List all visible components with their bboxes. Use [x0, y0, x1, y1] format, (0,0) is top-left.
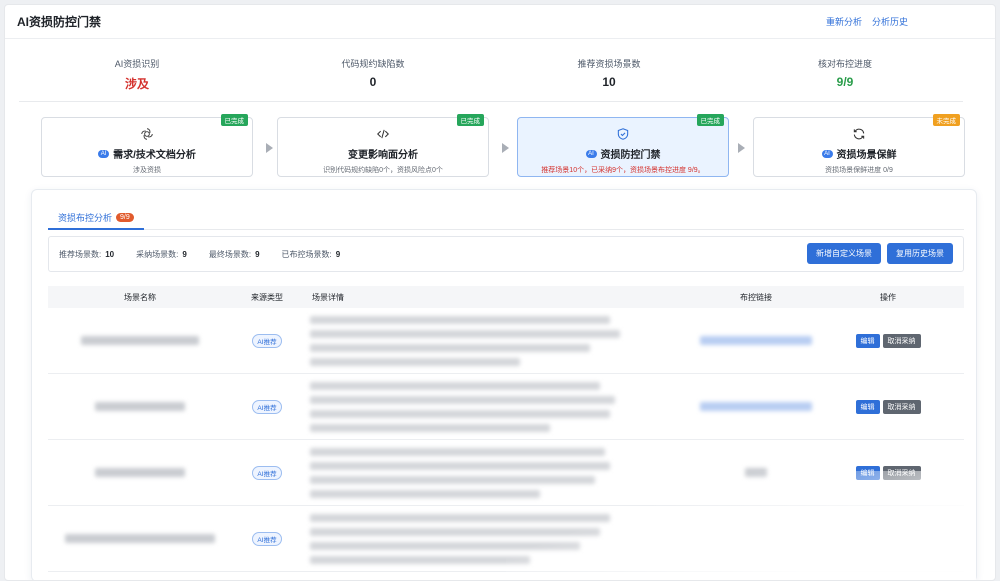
openai-icon [42, 127, 252, 141]
step-requirement-analysis[interactable]: 已完成 AI 需求/技术文档分析 涉及资损 [41, 114, 253, 177]
arrow-icon [738, 143, 745, 153]
arrow-icon [266, 143, 273, 153]
step-name: 资损场景保鲜 [836, 150, 897, 161]
redacted-detail [310, 513, 700, 564]
step-desc: 涉及资损 [133, 167, 161, 174]
redacted-detail [310, 315, 700, 366]
stat-value: 9/9 [836, 75, 854, 89]
step-loss-gate[interactable]: 已完成 AI 资损防控门禁 推荐场景10个，已采纳9个，资损场景布控进度 9/9… [517, 114, 729, 177]
stat-value: 10 [602, 75, 616, 89]
step-impact-analysis[interactable]: 已完成 变更影响面分析 识别代码规约缺陷0个，资损风险点0个 [277, 114, 489, 177]
stat-value: 涉及 [124, 77, 149, 91]
edit-button[interactable]: 编辑 [855, 465, 880, 480]
page: AI资损防控门禁 重新分析 分析历史 AI资损识别 涉及 代码规约缺陷数 0 推… [4, 4, 996, 581]
stat-value: 0 [369, 75, 377, 89]
redacted-text [65, 534, 215, 543]
summary-final: 最终场景数: 9 [208, 249, 260, 259]
cancel-adopt-button[interactable]: 取消采纳 [882, 399, 921, 414]
source-badge: AI推荐 [252, 465, 282, 480]
table-header: 场景名称 来源类型 场景详情 布控链接 操作 [48, 286, 964, 308]
stat-code-defects: 代码规约缺陷数 0 [255, 57, 491, 101]
status-badge: 已完成 [456, 114, 484, 126]
workflow-steps: 已完成 AI 需求/技术文档分析 涉及资损 已完成 变更影响面分析 识别代码规约… [41, 114, 965, 179]
page-title: AI资损防控门禁 [17, 15, 102, 29]
redacted-text [95, 402, 185, 411]
status-badge: 已完成 [696, 114, 724, 126]
table-row: AI推荐 编辑 取消采纳 [48, 308, 964, 374]
reanalyze-link[interactable]: 重新分析 [826, 15, 862, 28]
source-badge: AI推荐 [252, 399, 282, 414]
step-scene-refresh[interactable]: 未完成 AI 资损场景保鲜 资损场景保鲜进度 0/9 [753, 114, 965, 177]
control-link[interactable] [700, 402, 812, 411]
step-desc: 资损场景保鲜进度 0/9 [825, 167, 893, 174]
summary-adopted: 采纳场景数: 9 [136, 249, 187, 259]
redacted-text [95, 468, 185, 477]
ai-badge: AI [98, 149, 110, 158]
code-icon [278, 127, 488, 141]
ai-badge: AI [585, 149, 597, 158]
stat-ai-detection: AI资损识别 涉及 [19, 57, 255, 101]
status-badge: 已完成 [220, 114, 248, 126]
step-name: 变更影响面分析 [348, 150, 418, 161]
redacted-text [81, 336, 199, 345]
history-link[interactable]: 分析历史 [872, 15, 908, 28]
step-desc: 推荐场景10个，已采纳9个，资损场景布控进度 9/9。 [541, 167, 705, 174]
ai-badge: AI [821, 149, 833, 158]
stat-progress: 核对布控进度 9/9 [727, 57, 963, 101]
redacted-detail [310, 447, 700, 498]
cancel-adopt-button[interactable]: 取消采纳 [882, 333, 921, 348]
control-link[interactable] [745, 468, 767, 477]
status-badge: 未完成 [932, 114, 960, 126]
stat-recommended: 推荐资损场景数 10 [491, 57, 727, 101]
edit-button[interactable]: 编辑 [855, 399, 880, 414]
refresh-icon [754, 127, 964, 141]
analysis-panel: 资损布控分析 9/9 推荐场景数: 10 采纳场景数: 9 最终场景数: 9 已布控场… [31, 189, 977, 580]
summary-bar: 推荐场景数: 10 采纳场景数: 9 最终场景数: 9 已布控场景数: 9 新增自定义场… [48, 236, 964, 272]
cancel-adopt-button[interactable]: 取消采纳 [882, 465, 921, 480]
stats-row: AI资损识别 涉及 代码规约缺陷数 0 推荐资损场景数 10 核对布控进度 9/… [19, 57, 963, 101]
control-link[interactable] [700, 336, 812, 345]
shield-check-icon [518, 127, 728, 141]
scene-table: 场景名称 来源类型 场景详情 布控链接 操作 AI推荐 编辑 取消采纳 AI推荐 [48, 286, 964, 572]
tab-count-badge: 9/9 [116, 212, 134, 222]
reuse-history-scene-button[interactable]: 复用历史场景 [887, 243, 953, 264]
table-row: AI推荐 编辑 取消采纳 [48, 440, 964, 506]
source-badge: AI推荐 [252, 333, 282, 348]
add-custom-scene-button[interactable]: 新增自定义场景 [807, 243, 881, 264]
top-bar: AI资损防控门禁 重新分析 分析历史 [5, 5, 995, 39]
arrow-icon [502, 143, 509, 153]
edit-button[interactable]: 编辑 [855, 333, 880, 348]
summary-recommended: 推荐场景数: 10 [59, 249, 115, 259]
redacted-detail [310, 381, 700, 432]
tab-loss-control-analysis[interactable]: 资损布控分析 9/9 [48, 206, 144, 230]
tab-bar: 资损布控分析 9/9 [48, 206, 964, 230]
table-row: AI推荐 编辑 取消采纳 [48, 374, 964, 440]
divider [19, 101, 963, 102]
summary-controlled: 已布控场景数: 9 [281, 249, 341, 259]
step-name: 资损防控门禁 [600, 150, 661, 161]
step-desc: 识别代码规约缺陷0个，资损风险点0个 [323, 167, 443, 174]
step-name: 需求/技术文档分析 [113, 150, 196, 161]
source-badge: AI推荐 [252, 531, 282, 546]
table-row: AI推荐 [48, 506, 964, 572]
